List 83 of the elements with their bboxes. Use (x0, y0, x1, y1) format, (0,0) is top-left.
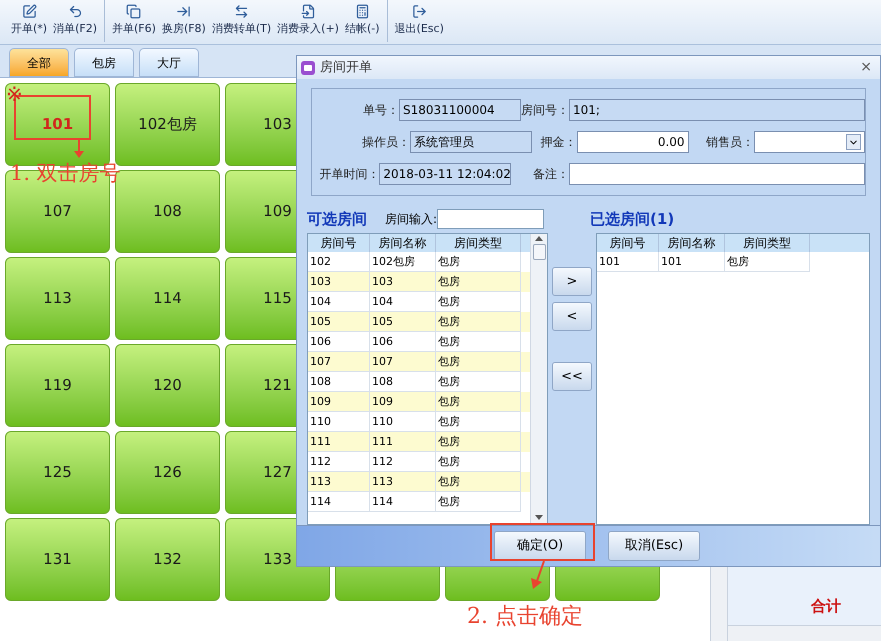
room-tile[interactable]: 120 (115, 344, 220, 427)
app-icon (301, 60, 315, 74)
arrow-icon (74, 140, 84, 158)
input-field[interactable]: S18031100004 (399, 99, 521, 121)
total-label: 合计 (810, 596, 842, 616)
room-label: 102包房 (138, 114, 197, 136)
room-tile[interactable]: 102包房 (115, 83, 220, 166)
toolbar-button[interactable]: 并单(F6) (109, 0, 159, 42)
room-label: 103 (263, 114, 292, 136)
field-label: 房间号： (521, 102, 569, 119)
close-button[interactable]: × (860, 57, 876, 78)
undo-icon (68, 4, 83, 19)
table-cell: 包房 (436, 492, 521, 512)
room-tile[interactable]: 126 (115, 431, 220, 514)
section-title: 已选房间(1) (590, 208, 674, 230)
field-label: 单号： (363, 102, 399, 119)
window-title: 房间开单 (320, 58, 372, 77)
room-label: 115 (263, 288, 292, 310)
room-tile[interactable]: 113 (5, 257, 110, 340)
field-label: 销售员： (706, 134, 754, 151)
room-tile[interactable]: 131 (5, 518, 110, 601)
move-button[interactable]: < (552, 302, 592, 331)
horizontal-scroll-bar[interactable] (728, 625, 881, 641)
input-field[interactable]: 0.00 (576, 131, 689, 153)
room-label: 131 (43, 549, 72, 570)
room-label: 133 (263, 549, 292, 570)
pencil-icon (22, 4, 37, 19)
toolbar-button[interactable]: 换房(F8) (158, 0, 209, 42)
room-label: 101 (42, 114, 74, 136)
tab[interactable]: 包房 (74, 48, 134, 77)
input-field[interactable]: 2018-03-11 12:04:02 (379, 163, 512, 185)
room-label: 119 (43, 375, 72, 396)
field-label: 操作员： (362, 134, 410, 151)
tab[interactable]: 大厅 (139, 48, 199, 77)
room-label: 109 (263, 201, 292, 222)
table-cell: 114 (370, 492, 436, 512)
ok-button[interactable]: 确定(O) (494, 531, 586, 561)
room-label: 125 (43, 462, 72, 484)
room-label: 107 (43, 201, 72, 222)
toolbar-button[interactable]: 消费录入(+) (274, 0, 342, 42)
room-label: 132 (153, 549, 182, 570)
field-label: 押金： (540, 134, 577, 151)
room-label: 113 (43, 288, 72, 310)
room-search-field[interactable] (437, 209, 544, 229)
door-icon (412, 4, 427, 19)
toolbar-button[interactable]: 开单(*) (8, 0, 50, 42)
room-label: 120 (153, 375, 182, 396)
input-field[interactable]: 系统管理员 (410, 131, 532, 153)
calculator-icon (354, 4, 370, 19)
toolbar-button[interactable]: 消单(F2) (50, 0, 100, 42)
toolbar-button[interactable]: 结帐(-) (342, 0, 383, 42)
move-button[interactable]: << (552, 362, 592, 391)
room-tile[interactable]: 125 (5, 431, 110, 514)
room-label: 127 (263, 462, 292, 484)
arrow-icon (528, 561, 548, 589)
annotation-mark: ※ (6, 84, 23, 104)
table-cell: 114 (308, 492, 370, 512)
search-label: 房间输入: (385, 211, 438, 228)
scroll-bar[interactable] (530, 234, 547, 524)
table-cell: 包房 (725, 252, 810, 272)
annotation-text: 2. 点击确定 (467, 603, 583, 631)
room-tile[interactable]: 114 (115, 257, 220, 340)
room-label: 108 (153, 201, 182, 222)
table-cell: 101 (659, 252, 725, 272)
move-button[interactable]: > (552, 267, 592, 296)
table-cell: 101 (597, 252, 659, 272)
field-label: 备注： (533, 166, 569, 183)
tab[interactable]: 全部 (9, 48, 69, 77)
file-icon (300, 4, 316, 19)
arrows-icon (234, 4, 250, 19)
arrow-bar-icon (176, 4, 192, 19)
input-field[interactable] (569, 163, 865, 185)
copy-icon (126, 4, 142, 19)
room-label: 114 (153, 288, 182, 310)
input-field[interactable]: 101; (569, 99, 865, 121)
toolbar-button[interactable]: 消费转单(T) (208, 0, 274, 42)
toolbar-button[interactable]: 退出(Esc) (392, 0, 447, 42)
room-label: 121 (263, 375, 292, 396)
cancel-button[interactable]: 取消(Esc) (608, 531, 700, 561)
room-tile[interactable]: 132 (115, 518, 220, 601)
room-label: 126 (153, 462, 182, 484)
dropdown-field[interactable] (754, 131, 865, 153)
room-tile[interactable]: 119 (5, 344, 110, 427)
